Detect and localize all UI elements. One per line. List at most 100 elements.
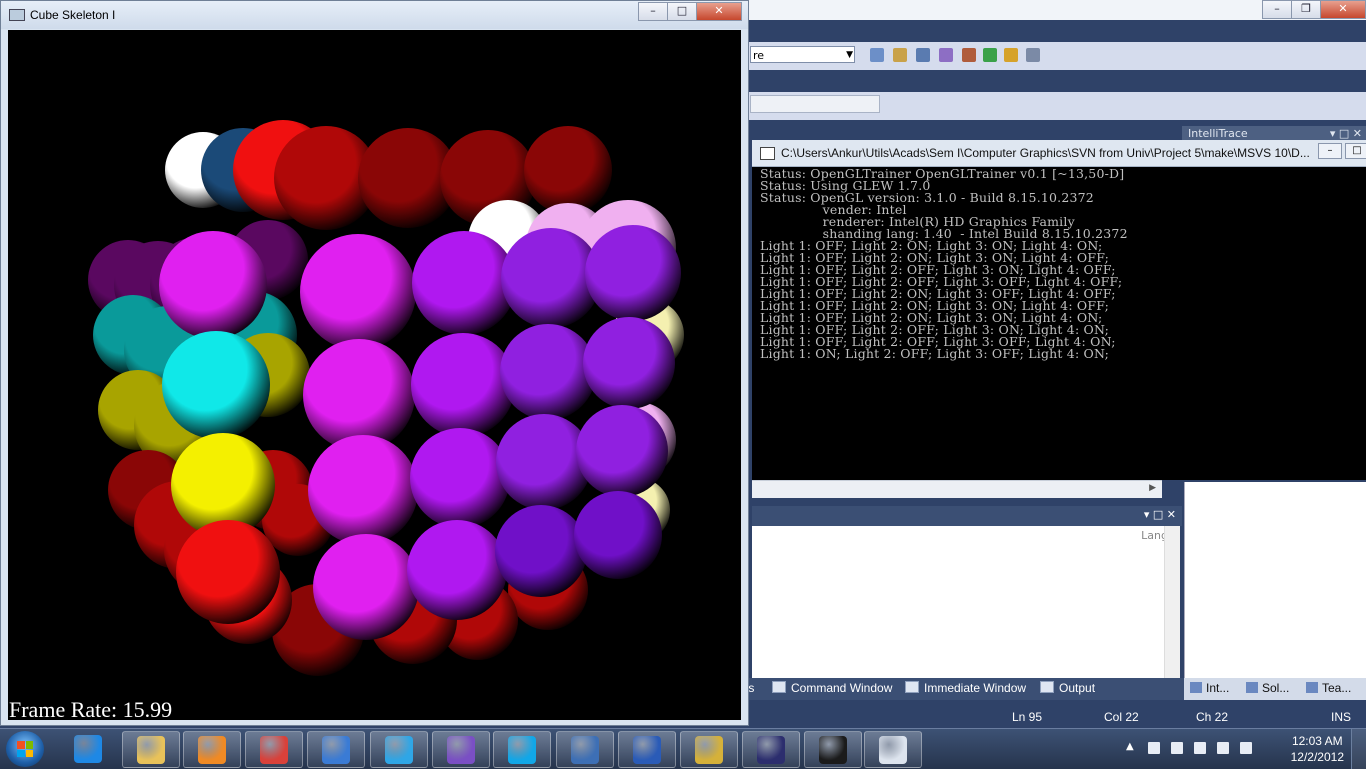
minimize-icon[interactable]: –: [1262, 0, 1292, 19]
window-title: Cube Skeleton I: [30, 8, 116, 22]
maximize-icon[interactable]: □: [667, 2, 697, 21]
vertical-scrollbar[interactable]: [1164, 526, 1180, 678]
sphere-cube-scene: [88, 120, 684, 676]
action-center-flag-icon[interactable]: [1171, 742, 1183, 754]
word-icon: [633, 736, 661, 764]
taskbar-app-button[interactable]: [370, 731, 428, 768]
tab-intellitrace[interactable]: Int...: [1190, 681, 1229, 695]
tab-solution-explorer[interactable]: Sol...: [1246, 681, 1289, 695]
taskbar-app-button[interactable]: [307, 731, 365, 768]
sphere: [313, 534, 419, 640]
show-hidden-icons[interactable]: ▲: [1126, 741, 1134, 752]
thunderbird-icon: [571, 736, 599, 764]
taskbar-app-button[interactable]: [493, 731, 551, 768]
close-icon[interactable]: ✕: [1320, 0, 1366, 19]
right-tab-strip: Int... Sol... Tea...: [1184, 678, 1366, 700]
taskbar-app-button[interactable]: [122, 731, 180, 768]
start-page-icon[interactable]: [983, 48, 997, 62]
tab-command-window[interactable]: Command Window: [772, 681, 892, 695]
immediate-window-icon: [905, 681, 919, 693]
text-editor-icon: [322, 736, 350, 764]
tool-pane[interactable]: Lang: [752, 526, 1180, 678]
maximize-icon[interactable]: □: [1345, 143, 1366, 159]
output-icon: [1040, 681, 1054, 693]
team-explorer-icon: [1306, 682, 1318, 693]
extension-icon[interactable]: [1004, 48, 1018, 62]
taskbar-app-button[interactable]: [556, 731, 614, 768]
tab-output[interactable]: Output: [1040, 681, 1095, 695]
taskbar-app-button[interactable]: [680, 731, 738, 768]
chevron-down-icon: ▼: [846, 50, 853, 60]
opengl-app-icon: [879, 736, 907, 764]
chrome-icon: [260, 736, 288, 764]
taskbar-app-button[interactable]: [245, 731, 303, 768]
taskbar-app-button[interactable]: [183, 731, 241, 768]
opengl-window[interactable]: Cube Skeleton I – □ ✕ Frame Rate: 15.99: [0, 0, 749, 726]
disabled-combo: [750, 95, 880, 113]
taskbar-app-button[interactable]: [60, 731, 116, 766]
console-window[interactable]: C:\Users\Ankur\Utils\Acads\Sem I\Compute…: [752, 140, 1366, 480]
tools-icon[interactable]: [962, 48, 976, 62]
minimize-icon[interactable]: –: [638, 2, 668, 21]
taskbar: ▲ 12:03 AM 12/2/2012: [0, 728, 1366, 769]
sphere: [159, 231, 267, 339]
windows-logo-icon: [17, 741, 33, 757]
power-icon[interactable]: [1194, 742, 1206, 754]
solution-pane[interactable]: [1184, 482, 1366, 678]
sphere: [303, 339, 415, 451]
solution-config-combo[interactable]: re ▼: [750, 46, 855, 63]
sphere: [500, 324, 596, 420]
internet-explorer-icon: [74, 735, 102, 763]
sphere: [300, 234, 416, 350]
object-browser-icon[interactable]: [916, 48, 930, 62]
sphere: [412, 231, 516, 335]
panel-buttons[interactable]: ▾ □ ✕: [1144, 508, 1176, 521]
tab-immediate-window[interactable]: Immediate Window: [905, 681, 1026, 695]
visual-studio-icon: [447, 736, 475, 764]
vs-caption-buttons: – ❐ ✕: [1262, 0, 1366, 19]
status-char: Ch 22: [1196, 710, 1229, 724]
horizontal-scrollbar[interactable]: ▶: [752, 480, 1162, 498]
clock-date: 12/2/2012: [1290, 750, 1344, 764]
sphere: [583, 317, 675, 409]
tab-label: Output: [1059, 681, 1096, 695]
maximize-icon[interactable]: ❐: [1291, 0, 1321, 19]
network-device-icon[interactable]: [1148, 742, 1160, 754]
render-canvas[interactable]: Frame Rate: 15.99: [8, 30, 741, 720]
counter-strike-icon: [695, 736, 723, 764]
show-desktop-button[interactable]: [1351, 729, 1366, 769]
status-column: Col 22: [1104, 710, 1139, 724]
find-icon[interactable]: [870, 48, 884, 62]
solution-explorer-icon: [1246, 682, 1258, 693]
taskbar-app-button[interactable]: [804, 731, 862, 768]
intellitrace-label: IntelliTrace: [1188, 127, 1248, 140]
skype-icon: [508, 736, 536, 764]
taskbar-app-button[interactable]: [864, 731, 922, 768]
minimize-icon[interactable]: –: [1318, 143, 1342, 159]
start-button[interactable]: [6, 731, 44, 767]
frame-rate-label: Frame Rate: 15.99: [9, 697, 173, 720]
console-title-bar[interactable]: C:\Users\Ankur\Utils\Acads\Sem I\Compute…: [752, 140, 1366, 167]
toolbox-icon[interactable]: [939, 48, 953, 62]
taskbar-app-button[interactable]: [618, 731, 676, 768]
combo-value: re: [753, 49, 765, 62]
command-window-icon: [772, 681, 786, 693]
chevron-right-icon[interactable]: ▶: [1149, 483, 1156, 493]
console-icon: [760, 147, 775, 160]
gl-title-bar[interactable]: Cube Skeleton I – □ ✕: [1, 1, 748, 29]
app-icon: [9, 9, 25, 21]
taskbar-app-button[interactable]: [742, 731, 800, 768]
tab-label: Sol...: [1262, 681, 1290, 695]
clock[interactable]: 12:03 AM 12/2/2012: [1291, 733, 1344, 765]
signal-icon[interactable]: [1217, 742, 1229, 754]
console-app-icon: [819, 736, 847, 764]
sphere: [410, 428, 510, 528]
volume-icon[interactable]: [1240, 742, 1252, 754]
taskbar-app-button[interactable]: [432, 731, 490, 768]
sphere: [495, 505, 587, 597]
close-icon[interactable]: ✕: [696, 2, 742, 21]
properties-icon[interactable]: [893, 48, 907, 62]
command-icon[interactable]: [1026, 48, 1040, 62]
tab-label: Tea...: [1322, 681, 1352, 695]
tab-team-explorer[interactable]: Tea...: [1306, 681, 1351, 695]
